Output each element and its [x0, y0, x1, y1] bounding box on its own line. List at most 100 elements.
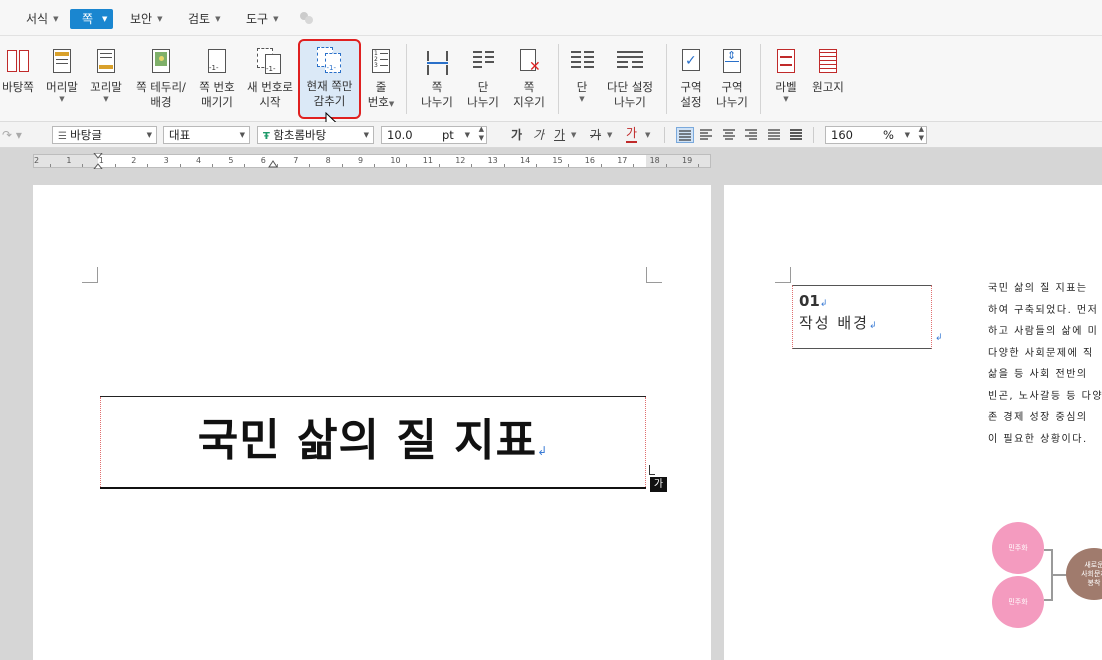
body-line: 다양한 사회문제에 직	[988, 347, 1094, 359]
ribbon-separator	[558, 44, 559, 114]
menu-bar: 서식 ▼ 쪽 ▼ 보안 ▼ 검토 ▼ 도구 ▼	[0, 0, 1102, 36]
body-line: 하고 사람들의 삶에 미	[988, 326, 1099, 337]
hide-current-page-button[interactable]: -1- 현재 쪽만 감추기	[298, 39, 361, 119]
body-line: 삶을 등 사회 전반의	[988, 369, 1088, 380]
page-break-button[interactable]: 쪽 나누기	[416, 40, 458, 118]
underline-button[interactable]: 가	[554, 127, 565, 143]
zoom-field[interactable]: 160 % ▼ ▲ ▼	[825, 126, 927, 144]
menu-tools[interactable]: 도구 ▼	[246, 9, 278, 29]
align-distribute-icon[interactable]	[766, 127, 782, 143]
ruler-number: 17	[617, 156, 628, 165]
page-delete-icon: ✕	[516, 48, 542, 76]
multi-column-break-button[interactable]: 다단 설정 나누기	[602, 40, 658, 118]
label-button[interactable]: 라벨 ▼	[768, 40, 804, 118]
ruler-number: 2	[131, 156, 137, 165]
format-toolbar: ↷ ▾ ☰ 바탕글 ▼ 대표 ▼ Ŧ 함초롬바탕 ▼ 10.0 pt ▼ ▲ ▼ 가 가…	[0, 122, 1102, 148]
diagram-circle: 민주화	[992, 576, 1044, 628]
align-split-icon[interactable]	[788, 127, 804, 143]
ruler-number: 16	[584, 156, 595, 165]
menu-security[interactable]: 보안 ▼	[130, 9, 162, 29]
strike-button[interactable]: 가	[590, 127, 601, 143]
margin-corner-mark	[775, 267, 791, 283]
column-break-icon	[470, 48, 496, 76]
ruler-number: 12	[455, 156, 466, 165]
language-select[interactable]: 대표 ▼	[163, 126, 250, 144]
redo-icon[interactable]: ↷ ▾	[2, 127, 22, 143]
ruler-number: 1	[66, 156, 72, 165]
text-cursor-mark	[649, 465, 655, 475]
ruler-number: 14	[520, 156, 531, 165]
manuscript-button[interactable]: 원고지	[808, 40, 848, 118]
section-heading-box[interactable]: 01↲ 작성 배경↲	[792, 285, 932, 349]
italic-button[interactable]: 가	[533, 127, 544, 143]
page-border-button[interactable]: 쪽 테두리/ 배경	[131, 40, 191, 118]
style-select[interactable]: ☰ 바탕글 ▼	[52, 126, 157, 144]
align-center-icon[interactable]	[721, 127, 737, 143]
label-icon	[773, 48, 799, 76]
menu-page[interactable]: 쪽 ▼	[70, 9, 114, 29]
bg-page-icon	[5, 48, 31, 76]
horizontal-ruler[interactable]: 2 1 1 2 3 4 5 6 7 8 9 10 11 12 13 14 15 16 17 18 19	[33, 153, 711, 169]
columns-button[interactable]: 단 ▼	[566, 40, 598, 118]
section-number: 01	[799, 292, 820, 310]
font-select[interactable]: Ŧ 함초롬바탕 ▼	[257, 126, 374, 144]
section-break-icon: ⇕	[719, 48, 745, 76]
menu-review[interactable]: 검토 ▼	[188, 9, 220, 29]
align-justify-icon[interactable]	[676, 127, 694, 143]
body-text[interactable]: 국민 삶의 질 지표는 하여 구축되었다. 먼저 하고 사람들의 삶에 미 다양…	[988, 278, 1102, 450]
underline-dropdown-icon[interactable]: ▼	[571, 127, 576, 143]
page-delete-button[interactable]: ✕ 쪽 지우기	[508, 40, 550, 118]
section-break-button[interactable]: ⇕ 구역 나누기	[712, 40, 752, 118]
ribbon-separator	[406, 44, 407, 114]
line-number-button[interactable]: 123 줄 번호▼	[364, 40, 398, 118]
header-button[interactable]: 머리말 ▼	[42, 40, 82, 118]
toolbar-separator	[664, 127, 665, 143]
color-dropdown-icon[interactable]: ▼	[645, 127, 650, 143]
column-break-button[interactable]: 단 나누기	[462, 40, 504, 118]
ruler-number: 3	[163, 156, 169, 165]
align-left-icon[interactable]	[698, 127, 714, 143]
input-mode-badge: 가	[650, 477, 667, 492]
section-settings-button[interactable]: ✓ 구역 설정	[672, 40, 710, 118]
strike-dropdown-icon[interactable]: ▼	[607, 127, 612, 143]
document-title: 국민 삶의 질 지표	[197, 415, 538, 466]
size-stepper-icon[interactable]: ▲ ▼	[479, 127, 484, 143]
menu-format[interactable]: 서식 ▼	[26, 9, 58, 29]
right-indent-marker-icon[interactable]	[268, 158, 278, 168]
new-number-icon: -1-	[257, 48, 283, 76]
ruler-number: 15	[552, 156, 563, 165]
line-number-icon: 123	[368, 48, 394, 76]
bold-button[interactable]: 가	[511, 127, 522, 143]
margin-corner-mark	[82, 267, 98, 283]
body-line: 이 필요한 상황이다.	[988, 433, 1088, 445]
header-icon	[49, 48, 75, 76]
page-number-button[interactable]: -1- 쪽 번호 매기기	[195, 40, 239, 118]
ruler-number: 2	[34, 156, 40, 165]
toolbar-separator	[813, 127, 814, 143]
ruler-number: 18	[649, 156, 660, 165]
ruler-number: 6	[260, 156, 266, 165]
menu-extra-icon[interactable]	[298, 10, 314, 26]
zoom-stepper-icon[interactable]: ▲ ▼	[919, 127, 924, 143]
ruler-number: 19	[682, 156, 693, 165]
ruler-number: 5	[228, 156, 234, 165]
section-settings-icon: ✓	[678, 48, 704, 76]
footer-button[interactable]: 꼬리말 ▼	[86, 40, 126, 118]
title-text-box[interactable]: 국민 삶의 질 지표↲	[100, 396, 646, 489]
ribbon-separator	[666, 44, 667, 114]
ribbon: 바탕쪽 머리말 ▼ 꼬리말 ▼ 쪽 테두리/ 배경 -1- 쪽 번호 매기기 -…	[0, 36, 1102, 122]
bg-page-button[interactable]: 바탕쪽	[0, 40, 36, 118]
paragraph-mark-icon: ↲	[537, 444, 549, 458]
left-indent-marker-icon[interactable]	[93, 153, 103, 169]
truetype-icon: Ŧ	[263, 131, 274, 142]
body-line: 존 경제 성장 중심의	[988, 412, 1088, 423]
text-color-button[interactable]: 가	[626, 127, 638, 143]
columns-icon	[569, 48, 595, 76]
font-size-field[interactable]: 10.0 pt ▼ ▲ ▼	[381, 126, 487, 144]
multi-column-icon	[617, 48, 643, 76]
footer-icon	[93, 48, 119, 76]
align-right-icon[interactable]	[743, 127, 759, 143]
ruler-number: 13	[487, 156, 498, 165]
new-number-button[interactable]: -1- 새 번호로 시작	[244, 40, 296, 118]
body-line: 국민 삶의 질 지표는	[988, 283, 1088, 294]
